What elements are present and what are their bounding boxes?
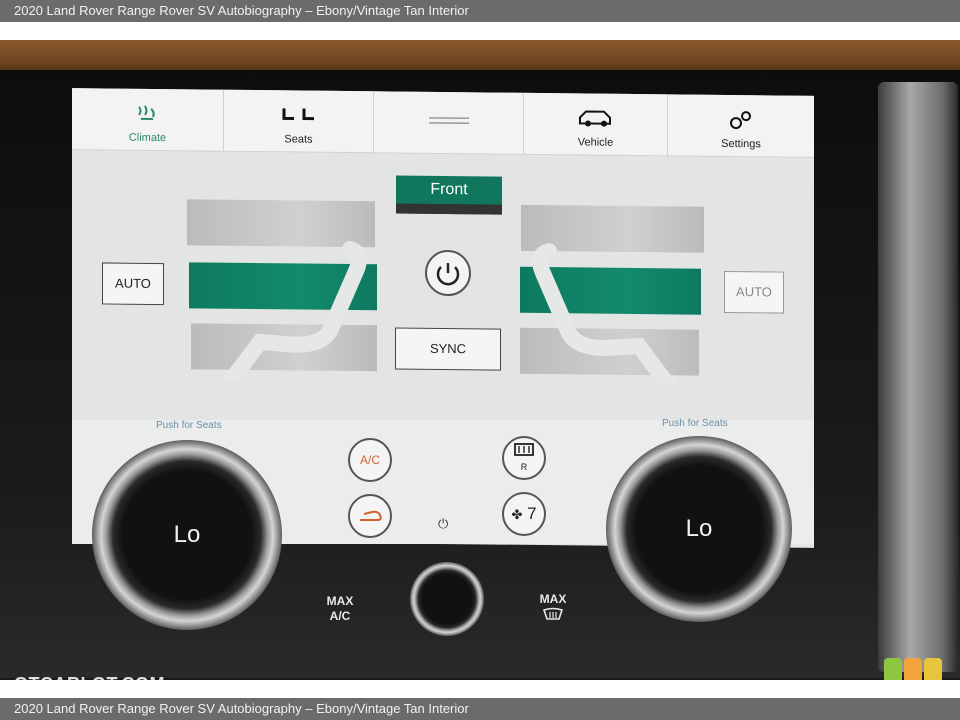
center-control-knob[interactable] <box>410 562 484 636</box>
right-temperature-value: Lo <box>685 515 713 542</box>
tab-handle[interactable] <box>374 91 524 155</box>
front-zone-button[interactable]: Front <box>396 175 502 215</box>
tab-vehicle[interactable]: Vehicle <box>524 92 668 157</box>
power-button[interactable] <box>425 249 471 297</box>
push-for-seats-right: Push for Seats <box>662 418 728 429</box>
sync-button[interactable]: SYNC <box>395 327 501 371</box>
handle-icon <box>374 115 523 139</box>
max-defrost-button[interactable]: MAX <box>532 592 574 625</box>
settings-icon <box>668 108 814 132</box>
top-caption: 2020 Land Rover Range Rover SV Autobiogr… <box>0 0 960 22</box>
recirculation-button[interactable] <box>348 494 392 538</box>
rear-defrost-button[interactable]: R <box>502 436 546 480</box>
vehicle-icon <box>524 107 667 130</box>
bottom-white-strip <box>0 680 960 698</box>
left-seat-occupant-icon <box>222 241 367 382</box>
fan-speed-value: 7 <box>527 504 537 523</box>
bottom-caption: 2020 Land Rover Range Rover SV Autobiogr… <box>0 698 960 720</box>
power-small-icon: ⏻ <box>438 516 449 531</box>
push-for-seats-left: Push for Seats <box>156 420 222 431</box>
climate-icon <box>72 102 223 126</box>
left-temperature-value: Lo <box>173 521 201 548</box>
fan-speed-button[interactable]: ✤ 7 <box>502 492 546 536</box>
tab-settings[interactable]: Settings <box>668 94 814 158</box>
windshield-defrost-icon <box>542 607 564 620</box>
left-temperature-knob[interactable]: Lo <box>92 440 282 630</box>
max-ac-button[interactable]: MAX A/C <box>318 594 362 624</box>
power-icon <box>436 263 460 286</box>
recirculation-icon <box>360 510 382 521</box>
top-white-strip <box>0 22 960 40</box>
right-auto-button[interactable]: AUTO <box>724 270 784 314</box>
silver-trim <box>878 82 958 672</box>
fan-icon: ✤ <box>511 507 523 522</box>
seats-icon <box>224 104 373 128</box>
rear-defrost-icon <box>514 443 534 456</box>
ac-button[interactable]: A/C <box>348 438 392 482</box>
right-temperature-knob[interactable]: Lo <box>606 436 792 622</box>
tab-climate[interactable]: Climate <box>72 88 224 152</box>
tab-seats[interactable]: Seats <box>224 89 374 154</box>
right-seat-occupant-icon <box>532 243 677 385</box>
left-auto-button[interactable]: AUTO <box>102 262 164 306</box>
